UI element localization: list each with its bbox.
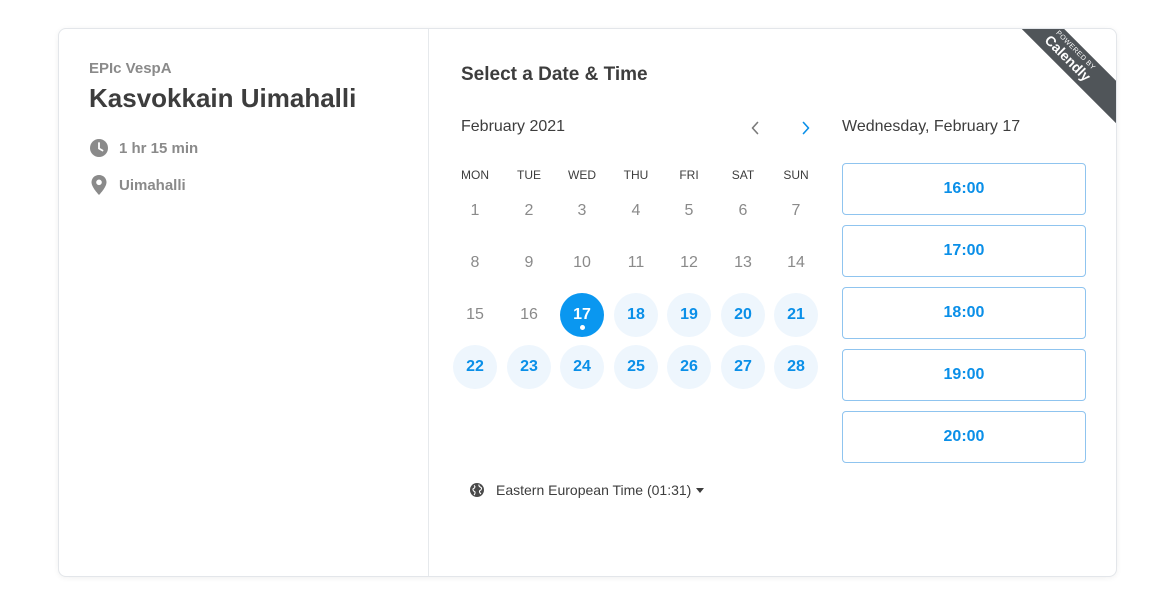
location-pin-icon (89, 175, 109, 195)
calendar-day: 2 (524, 202, 534, 219)
calendar-day: 11 (627, 254, 645, 271)
chevron-right-icon (802, 121, 810, 135)
calendar-day[interactable]: 22 (453, 345, 497, 389)
event-location: Uimahalli (89, 175, 186, 195)
previous-month-button[interactable] (742, 115, 768, 141)
calendar-day: 13 (734, 254, 752, 271)
calendar-day[interactable]: 20 (721, 293, 765, 337)
organizer-name: EPIc VespA (89, 60, 172, 77)
timezone-selector[interactable]: Eastern European Time (01:31) (469, 482, 705, 498)
calendar-day: 4 (631, 202, 641, 219)
calendar-day: 1 (470, 202, 480, 219)
calendar-day: 16 (520, 306, 538, 323)
selected-date-label: Wednesday, February 17 (842, 118, 1021, 135)
calendar-day[interactable]: 27 (721, 345, 765, 389)
calendar-day: 10 (573, 254, 591, 271)
calendar-day: 14 (787, 254, 805, 271)
calendar-day[interactable]: 19 (667, 293, 711, 337)
calendar-day[interactable]: 23 (507, 345, 551, 389)
calendar-day[interactable]: 21 (774, 293, 818, 337)
weekday-label: TUE (517, 168, 541, 182)
weekday-label: WED (568, 168, 596, 182)
section-title: Select a Date & Time (461, 64, 648, 85)
calendar-day: 6 (738, 202, 748, 219)
duration-text: 1 hr 15 min (119, 139, 199, 157)
event-title: Kasvokkain Uimahalli (89, 83, 357, 113)
next-month-button[interactable] (793, 115, 819, 141)
month-label: February 2021 (461, 118, 566, 135)
calendar-day[interactable]: 18 (614, 293, 658, 337)
chevron-left-icon (751, 121, 759, 135)
timezone-label: Eastern European Time (01:31) (496, 482, 692, 498)
calendar-day-selected[interactable]: 17 (560, 293, 604, 337)
time-slot-list: 16:00 17:00 18:00 19:00 20:00 (842, 163, 1086, 473)
calendar-day: 3 (577, 202, 587, 219)
calendar-day: 12 (680, 254, 698, 271)
time-slot-button[interactable]: 18:00 (842, 287, 1086, 339)
calendar-day[interactable]: 28 (774, 345, 818, 389)
weekday-label: SAT (731, 168, 755, 182)
calendar-day: 7 (791, 202, 801, 219)
time-slot-button[interactable]: 19:00 (842, 349, 1086, 401)
scheduler-panel: Select a Date & Time February 2021 MON TU… (429, 29, 1116, 576)
weekday-label: THU (623, 168, 649, 182)
powered-by-calendly-badge[interactable]: POWERED BY Calendly (1002, 29, 1116, 124)
caret-down-icon (696, 487, 705, 493)
calendar-day: 5 (684, 202, 694, 219)
location-text: Uimahalli (119, 176, 186, 194)
weekday-label: FRI (679, 168, 699, 182)
calendar-day[interactable]: 24 (560, 345, 604, 389)
calendar-day: 15 (466, 306, 484, 323)
booking-card: EPIc VespA Kasvokkain Uimahalli 1 hr 15 … (58, 28, 1117, 577)
calendar-day[interactable]: 26 (667, 345, 711, 389)
time-slot-button[interactable]: 20:00 (842, 411, 1086, 463)
calendar-day: 8 (470, 254, 480, 271)
calendar-day[interactable]: 25 (614, 345, 658, 389)
time-slot-button[interactable]: 17:00 (842, 225, 1086, 277)
time-slot-button[interactable]: 16:00 (842, 163, 1086, 215)
calendar-day: 9 (524, 254, 534, 271)
weekday-label: SUN (783, 168, 809, 182)
weekday-label: MON (461, 168, 489, 182)
event-duration: 1 hr 15 min (89, 138, 198, 158)
clock-icon (89, 138, 109, 158)
globe-icon (470, 483, 484, 497)
event-details-panel: EPIc VespA Kasvokkain Uimahalli 1 hr 15 … (59, 29, 429, 576)
